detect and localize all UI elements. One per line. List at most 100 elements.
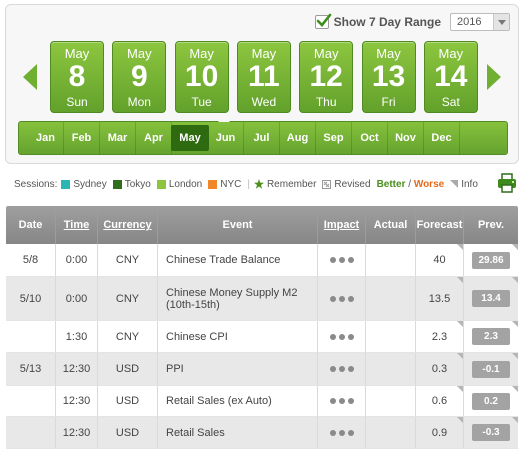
chevron-down-icon[interactable] bbox=[493, 14, 509, 30]
tokyo-swatch bbox=[112, 179, 122, 189]
cell-event[interactable]: Chinese Trade Balance bbox=[158, 244, 318, 276]
day-month: May bbox=[438, 46, 464, 61]
cell-impact bbox=[318, 353, 366, 385]
session-label: Tokyo bbox=[124, 178, 151, 190]
cell-time: 12:30 bbox=[56, 386, 98, 416]
info-key: Info bbox=[450, 179, 478, 190]
arrow-left-icon bbox=[23, 64, 37, 90]
table-row[interactable]: 5/8 0:00 CNY Chinese Trade Balance 40 29.86 bbox=[6, 244, 518, 277]
session-sydney: Sydney bbox=[61, 179, 107, 190]
table-row[interactable]: 5/10 0:00 CNY Chinese Money Supply M2 (10th… bbox=[6, 277, 518, 321]
month-oct[interactable]: Oct bbox=[352, 122, 388, 154]
info-corner-icon[interactable] bbox=[457, 386, 463, 392]
table-row[interactable]: 12:30 USD Retail Sales 0.9 -0.3 bbox=[6, 417, 518, 449]
cell-impact bbox=[318, 244, 366, 276]
cell-prev: 2.3 bbox=[464, 321, 518, 352]
info-corner-icon[interactable] bbox=[457, 277, 463, 283]
impact-dots-icon bbox=[328, 295, 355, 302]
info-label: Info bbox=[461, 178, 478, 190]
day-tile[interactable]: May 9 Mon bbox=[112, 41, 167, 113]
cell-currency: CNY bbox=[98, 321, 158, 352]
month-jan[interactable]: Jan bbox=[28, 122, 64, 154]
day-number: 12 bbox=[309, 60, 343, 93]
month-jun[interactable]: Jun bbox=[208, 122, 244, 154]
cell-time: 12:30 bbox=[56, 353, 98, 385]
cell-prev: 29.86 bbox=[464, 244, 518, 276]
info-corner-icon[interactable] bbox=[512, 244, 518, 250]
cell-date bbox=[6, 321, 56, 352]
cell-currency: USD bbox=[98, 417, 158, 448]
printer-icon bbox=[498, 173, 516, 193]
table-row[interactable]: 12:30 USD Retail Sales (ex Auto) 0.6 0.2 bbox=[6, 386, 518, 417]
london-swatch bbox=[156, 179, 166, 189]
legend-divider: | bbox=[247, 178, 250, 190]
cell-prev: 0.2 bbox=[464, 386, 518, 416]
cell-currency: USD bbox=[98, 386, 158, 416]
cell-forecast: 2.3 bbox=[416, 321, 464, 352]
cell-actual bbox=[366, 244, 416, 276]
month-apr[interactable]: Apr bbox=[136, 122, 172, 154]
cell-forecast: 0.3 bbox=[416, 353, 464, 385]
month-dec[interactable]: Dec bbox=[424, 122, 460, 154]
day-tile[interactable]: May 12 Thu bbox=[299, 41, 354, 113]
info-corner-icon[interactable] bbox=[457, 244, 463, 250]
cell-event[interactable]: Retail Sales bbox=[158, 417, 318, 448]
col-event: Event bbox=[158, 206, 318, 244]
day-tile[interactable]: May 10 Tue bbox=[174, 41, 229, 113]
cell-date: 5/13 bbox=[6, 353, 56, 385]
previous-week-button[interactable] bbox=[20, 62, 40, 92]
show-7-day-label[interactable]: Show 7 Day Range bbox=[334, 15, 441, 29]
day-tile[interactable]: May 14 Sat bbox=[423, 41, 478, 113]
day-tile[interactable]: May 8 Sun bbox=[50, 41, 104, 113]
day-number: 8 bbox=[68, 60, 86, 93]
cell-event[interactable]: Chinese CPI bbox=[158, 321, 318, 352]
cell-event[interactable]: PPI bbox=[158, 353, 318, 385]
month-mar[interactable]: Mar bbox=[100, 122, 136, 154]
day-month: May bbox=[189, 46, 214, 61]
impact-dots-icon bbox=[328, 257, 355, 263]
day-tile[interactable]: May 11 Wed bbox=[236, 41, 291, 113]
info-corner-icon[interactable] bbox=[512, 277, 518, 283]
info-corner-icon[interactable] bbox=[457, 321, 463, 327]
day-tile[interactable]: May 13 Fri bbox=[361, 41, 416, 113]
month-nov[interactable]: Nov bbox=[388, 122, 424, 154]
cell-event[interactable]: Chinese Money Supply M2 (10th-15th) bbox=[158, 277, 318, 320]
print-button[interactable] bbox=[497, 173, 517, 193]
year-value: 2016 bbox=[457, 16, 482, 28]
range-controls: Show 7 Day Range 2016 bbox=[314, 12, 510, 32]
calendar-panel: Show 7 Day Range 2016 May 8 Sun May 9 Mon May 1… bbox=[5, 4, 519, 164]
sessions-label: Sessions: bbox=[14, 178, 58, 190]
next-week-button[interactable] bbox=[484, 62, 504, 92]
info-corner-icon[interactable] bbox=[457, 417, 463, 423]
cell-time: 0:00 bbox=[56, 244, 98, 276]
slash-label: / bbox=[405, 178, 414, 190]
info-corner-icon[interactable] bbox=[512, 321, 518, 327]
table-row[interactable]: 5/13 12:30 USD PPI 0.3 -0.1 bbox=[6, 353, 518, 386]
info-corner-icon[interactable] bbox=[512, 353, 518, 359]
cell-date bbox=[6, 417, 56, 448]
prev-value: 13.4 bbox=[472, 290, 510, 307]
month-may[interactable]: May bbox=[171, 125, 209, 151]
day-weekday: Wed bbox=[251, 95, 277, 109]
month-feb[interactable]: Feb bbox=[64, 122, 100, 154]
month-aug[interactable]: Aug bbox=[280, 122, 316, 154]
month-jul[interactable]: Jul bbox=[244, 122, 280, 154]
cell-impact bbox=[318, 321, 366, 352]
table-row[interactable]: 1:30 CNY Chinese CPI 2.3 2.3 bbox=[6, 321, 518, 353]
session-london: London bbox=[156, 179, 202, 190]
col-forecast: Forecast bbox=[416, 206, 464, 244]
show-7-day-checkbox[interactable] bbox=[314, 13, 331, 29]
month-sep[interactable]: Sep bbox=[316, 122, 352, 154]
cell-impact bbox=[318, 277, 366, 320]
cell-actual bbox=[366, 277, 416, 320]
info-corner-icon[interactable] bbox=[512, 417, 518, 423]
cell-event[interactable]: Retail Sales (ex Auto) bbox=[158, 386, 318, 416]
col-date: Date bbox=[6, 206, 56, 244]
year-select[interactable]: 2016 bbox=[450, 13, 510, 31]
col-currency[interactable]: Currency bbox=[98, 206, 158, 244]
info-corner-icon[interactable] bbox=[512, 386, 518, 392]
info-corner-icon[interactable] bbox=[457, 353, 463, 359]
col-time[interactable]: Time bbox=[56, 206, 98, 244]
revised-icon bbox=[322, 179, 332, 189]
col-impact[interactable]: Impact bbox=[318, 206, 366, 244]
